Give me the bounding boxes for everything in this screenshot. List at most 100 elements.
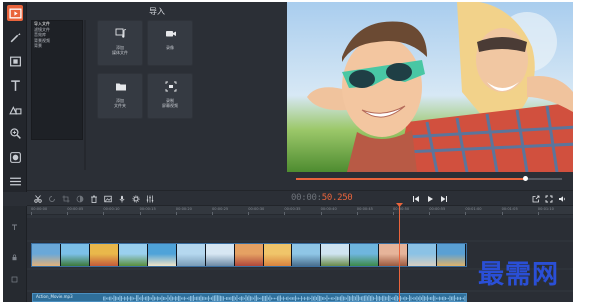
title-track[interactable] bbox=[27, 218, 573, 240]
record-screen-button[interactable]: 录制 屏幕视频 bbox=[147, 73, 193, 119]
playhead[interactable] bbox=[399, 204, 400, 302]
ruler-tick bbox=[67, 212, 69, 215]
waveform-bar bbox=[334, 297, 335, 300]
next-frame-button[interactable] bbox=[439, 194, 448, 203]
crop-button[interactable] bbox=[61, 194, 70, 203]
waveform-bar bbox=[326, 295, 328, 301]
waveform-bar bbox=[167, 295, 169, 301]
video-clip[interactable] bbox=[31, 243, 467, 267]
volume-button[interactable] bbox=[557, 194, 566, 203]
clip-thumbnail bbox=[292, 244, 322, 266]
import-tool-button[interactable] bbox=[7, 5, 23, 21]
skip-forward-icon bbox=[440, 195, 447, 202]
waveform-bar bbox=[400, 295, 401, 301]
waveform-bar bbox=[208, 295, 209, 301]
clip-tool-button[interactable] bbox=[7, 53, 23, 69]
waveform-bar bbox=[274, 297, 275, 300]
waveform-bar bbox=[107, 297, 109, 300]
waveform-bar bbox=[413, 296, 415, 301]
waveform-bar bbox=[250, 296, 251, 301]
rotate-button[interactable] bbox=[47, 194, 56, 203]
clip-properties-button[interactable] bbox=[131, 194, 140, 203]
waveform-bar bbox=[290, 296, 292, 301]
insert-image-button[interactable] bbox=[103, 194, 112, 203]
waveform-bar bbox=[149, 297, 151, 300]
waveform-bar bbox=[328, 297, 329, 300]
waveform-bar bbox=[119, 295, 121, 301]
record-voice-button[interactable] bbox=[117, 194, 126, 203]
transitions-tool-button[interactable] bbox=[7, 101, 23, 117]
brush-tool-button[interactable] bbox=[7, 29, 23, 45]
waveform-bar bbox=[185, 297, 187, 300]
tile-label: 录像 bbox=[166, 45, 174, 50]
waveform-bar bbox=[239, 296, 241, 301]
waveform-bar bbox=[452, 296, 454, 301]
lock-icon bbox=[12, 254, 17, 261]
add-media-files-button[interactable]: 添加 媒体文件 bbox=[97, 20, 143, 66]
waveform-bar bbox=[349, 296, 350, 301]
audio-track[interactable]: Action_Movie.mp3 bbox=[27, 292, 573, 302]
zoom-tool-button[interactable] bbox=[7, 125, 23, 141]
waveform-bar bbox=[437, 297, 439, 300]
ruler-tick bbox=[248, 212, 250, 215]
titles-tool-button[interactable] bbox=[7, 77, 23, 93]
previous-frame-button[interactable] bbox=[411, 194, 420, 203]
waveform-bar bbox=[113, 295, 115, 301]
timecode-display: 00:00:50.250 bbox=[291, 193, 353, 203]
export-button[interactable] bbox=[531, 194, 540, 203]
import-icon bbox=[8, 8, 22, 18]
waveform-bar bbox=[166, 297, 167, 300]
timecode-seconds: 50.250 bbox=[321, 193, 353, 203]
more-tools-button[interactable] bbox=[7, 173, 23, 189]
waveform-bar bbox=[403, 297, 404, 300]
clip-thumbnail bbox=[176, 244, 206, 266]
add-folder-button[interactable]: 添加 文件夹 bbox=[97, 73, 143, 119]
color-adjust-button[interactable] bbox=[75, 194, 84, 203]
waveform-bar bbox=[223, 296, 224, 301]
waveform-bar bbox=[332, 297, 334, 300]
play-button[interactable] bbox=[425, 194, 434, 203]
scrubber-handle[interactable] bbox=[522, 176, 528, 181]
waveform-bar bbox=[236, 295, 238, 301]
fullscreen-button[interactable] bbox=[544, 194, 553, 203]
screen-record-icon bbox=[165, 81, 177, 92]
trash-icon bbox=[90, 195, 97, 203]
waveform-bar bbox=[461, 297, 463, 300]
tile-label: 录制 屏幕视频 bbox=[162, 98, 178, 108]
equalizer-button[interactable] bbox=[145, 194, 154, 203]
waveform-bar bbox=[412, 297, 413, 300]
waveform-bar bbox=[383, 295, 385, 301]
panel-splitter[interactable] bbox=[84, 20, 86, 170]
category-list: 导入文件 滤镜文件 音效库 背景视频 背景 bbox=[31, 20, 83, 140]
sliders-icon bbox=[146, 195, 153, 202]
crop-icon bbox=[62, 195, 69, 202]
waveform-bar bbox=[424, 296, 425, 301]
stabilize-tool-button[interactable] bbox=[7, 149, 23, 165]
delete-button[interactable] bbox=[89, 194, 98, 203]
waveform-bar bbox=[385, 296, 386, 301]
fullscreen-icon bbox=[545, 195, 552, 202]
cut-button[interactable] bbox=[33, 194, 42, 203]
clip-thumbnail bbox=[263, 244, 293, 266]
record-video-button[interactable]: 录像 bbox=[147, 20, 193, 66]
waveform-bar bbox=[463, 297, 464, 300]
waveform-bar bbox=[106, 297, 107, 300]
waveform-bar bbox=[128, 297, 130, 300]
timeline-ruler[interactable]: 00:00:00 00:00:05 00:00:10 00:00:15 00:00:20… bbox=[27, 206, 573, 215]
video-preview[interactable] bbox=[287, 2, 573, 172]
waveform-bar bbox=[112, 297, 113, 300]
waveform-bar bbox=[407, 297, 409, 300]
import-panel: 导入 导入文件 滤镜文件 音效库 背景视频 背景 添加 媒体文件 录像 添加 文… bbox=[28, 2, 286, 172]
preview-scrubber[interactable] bbox=[296, 176, 562, 181]
audio-clip[interactable]: Action_Movie.mp3 bbox=[32, 293, 467, 302]
waveform-bar bbox=[155, 297, 157, 300]
ruler-tick-label: 00:00:25 bbox=[212, 207, 229, 211]
waveform-bar bbox=[371, 295, 373, 301]
gear-icon bbox=[131, 194, 140, 203]
waveform-bar bbox=[455, 297, 457, 300]
waveform-bar bbox=[283, 296, 284, 301]
waveform-bar bbox=[457, 296, 458, 301]
category-item-backgrounds[interactable]: 背景 bbox=[32, 43, 82, 49]
waveform-bar bbox=[202, 296, 203, 301]
ruler-tick-label: 00:00:50 bbox=[393, 207, 410, 211]
